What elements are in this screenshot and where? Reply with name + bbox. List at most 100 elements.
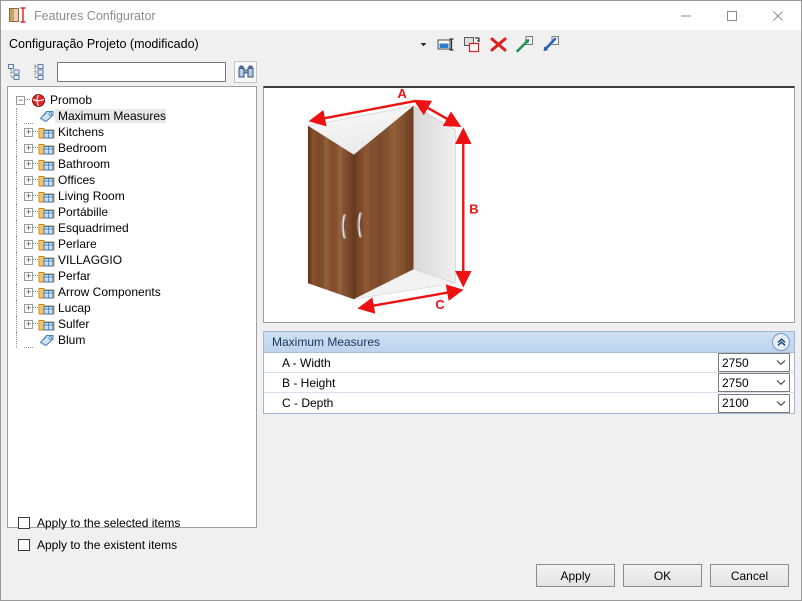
chevron-down-icon[interactable] — [773, 400, 789, 407]
delete-icon[interactable] — [489, 35, 508, 54]
tree-item-label: Offices — [58, 173, 96, 187]
folder-icon — [38, 239, 55, 250]
dimension-label-c: C — [435, 297, 444, 312]
project-combo[interactable]: Configuração Projeto (modificado) — [7, 33, 431, 55]
tree-pane: − Promob Maximum Measures + Kitchens + Bedro… — [7, 58, 257, 528]
collapse-tree-icon[interactable] — [7, 63, 25, 81]
apply-button[interactable]: Apply — [536, 564, 615, 587]
window-title: Features Configurator — [34, 8, 156, 23]
tree-root-node[interactable]: − Promob — [8, 92, 256, 108]
tree-item-perlare[interactable]: + Perlare — [8, 236, 256, 252]
tree-expander[interactable]: − — [16, 95, 25, 105]
folder-icon — [38, 287, 55, 298]
chevron-down-icon[interactable] — [415, 34, 431, 54]
export-icon[interactable] — [515, 35, 534, 54]
folder-icon — [38, 207, 55, 218]
rename-icon[interactable] — [437, 35, 456, 54]
property-value-combo[interactable]: 2100 — [718, 393, 790, 413]
tree-item-arrow-components[interactable]: + Arrow Components — [8, 284, 256, 300]
checkbox-box[interactable] — [18, 539, 30, 551]
properties-rows: A - Width 2750 B - Height 2750 C - Depth 2100 — [264, 353, 794, 413]
search-input-wrap[interactable] — [57, 62, 226, 82]
search-input[interactable] — [58, 63, 225, 81]
folder-icon — [38, 271, 55, 282]
tree-expander[interactable]: + — [24, 223, 33, 233]
tree-expander[interactable]: + — [24, 207, 33, 217]
checkbox-row[interactable]: Apply to the existent items — [1, 534, 801, 556]
tree-item-maximum-measures[interactable]: Maximum Measures — [8, 108, 256, 124]
tree-item-kitchens[interactable]: + Kitchens — [8, 124, 256, 140]
ok-button[interactable]: OK — [623, 564, 702, 587]
tree-item-living-room[interactable]: + Living Room — [8, 188, 256, 204]
tree-item-label: VILLAGGIO — [58, 253, 123, 267]
binoculars-icon[interactable] — [234, 61, 257, 83]
property-value-combo[interactable]: 2750 — [718, 353, 790, 372]
dimension-label-b: B — [469, 201, 478, 216]
tree-item-perfar[interactable]: + Perfar — [8, 268, 256, 284]
tree-item-port-bille[interactable]: + Portábille — [8, 204, 256, 220]
tag-icon — [39, 334, 54, 346]
dimension-label-a: A — [398, 88, 407, 101]
tree-expander[interactable]: + — [24, 255, 33, 265]
folder-icon — [38, 319, 55, 330]
tree-item-label: Maximum Measures — [55, 109, 167, 123]
tree-expander[interactable]: + — [24, 159, 33, 169]
checkbox-row[interactable]: Apply to the selected items — [1, 512, 801, 534]
folder-icon — [38, 127, 55, 138]
duplicate-icon[interactable] — [463, 35, 482, 54]
feature-tree[interactable]: − Promob Maximum Measures + Kitchens + Bedro… — [7, 86, 257, 528]
tree-expander[interactable]: + — [24, 319, 33, 329]
tree-children: Maximum Measures + Kitchens + Bedroom + Bathro… — [8, 108, 256, 348]
tree-item-label: Blum — [58, 333, 86, 347]
tree-item-bedroom[interactable]: + Bedroom — [8, 140, 256, 156]
tree-item-esquadrimed[interactable]: + Esquadrimed — [8, 220, 256, 236]
cancel-button[interactable]: Cancel — [710, 564, 789, 587]
tree-toolbar — [7, 58, 257, 86]
checkbox-box[interactable] — [18, 517, 30, 529]
tree-item-label: Arrow Components — [58, 285, 161, 299]
property-value-combo[interactable]: 2750 — [718, 373, 790, 392]
cabinet-preview: A B C — [263, 86, 795, 323]
tree-item-villaggio[interactable]: + VILLAGGIO — [8, 252, 256, 268]
tree-item-offices[interactable]: + Offices — [8, 172, 256, 188]
chevron-down-icon[interactable] — [773, 379, 789, 386]
folder-icon — [38, 175, 55, 186]
tree-item-label: Bedroom — [58, 141, 107, 155]
tree-expander[interactable]: + — [24, 239, 33, 249]
tree-item-label: Perlare — [58, 237, 97, 251]
window-controls — [663, 1, 801, 30]
tree-item-label: Sulfer — [58, 317, 90, 331]
tree-expander[interactable]: + — [24, 287, 33, 297]
tree-item-blum[interactable]: Blum — [8, 332, 256, 348]
property-value: 2750 — [722, 375, 749, 390]
tree-item-sulfer[interactable]: + Sulfer — [8, 316, 256, 332]
folder-icon — [38, 223, 55, 234]
tree-expander[interactable]: + — [24, 191, 33, 201]
tree-expander[interactable]: + — [24, 175, 33, 185]
tree-item-label: Bathroom — [58, 157, 111, 171]
property-value: 2100 — [722, 396, 749, 410]
tree-item-lucap[interactable]: + Lucap — [8, 300, 256, 316]
chevron-double-up-icon[interactable] — [772, 333, 790, 351]
tree-item-label: Kitchens — [58, 125, 105, 139]
tree-expander[interactable]: + — [24, 127, 33, 137]
tree-expander[interactable]: + — [24, 303, 33, 313]
chevron-down-icon[interactable] — [773, 359, 789, 366]
property-row: A - Width 2750 — [264, 353, 794, 373]
tree-expander[interactable]: + — [24, 271, 33, 281]
tree-item-label: Portábille — [58, 205, 109, 219]
minimize-icon[interactable] — [663, 1, 709, 30]
property-row: C - Depth 2100 — [264, 393, 794, 413]
tree-expander[interactable]: + — [24, 143, 33, 153]
close-icon[interactable] — [755, 1, 801, 30]
tree-item-bathroom[interactable]: + Bathroom — [8, 156, 256, 172]
maximize-icon[interactable] — [709, 1, 755, 30]
folder-icon — [38, 143, 55, 154]
checkbox-label: Apply to the existent items — [37, 538, 178, 552]
expand-tree-icon[interactable] — [31, 63, 49, 81]
tree-item-label: Living Room — [58, 189, 125, 203]
project-combo-value: Configuração Projeto (modificado) — [9, 37, 199, 51]
detail-pane: A B C Maximum Measures A - Width 2750 B … — [263, 58, 795, 528]
dialog-buttons: Apply OK Cancel — [536, 564, 789, 587]
import-icon[interactable] — [541, 35, 560, 54]
